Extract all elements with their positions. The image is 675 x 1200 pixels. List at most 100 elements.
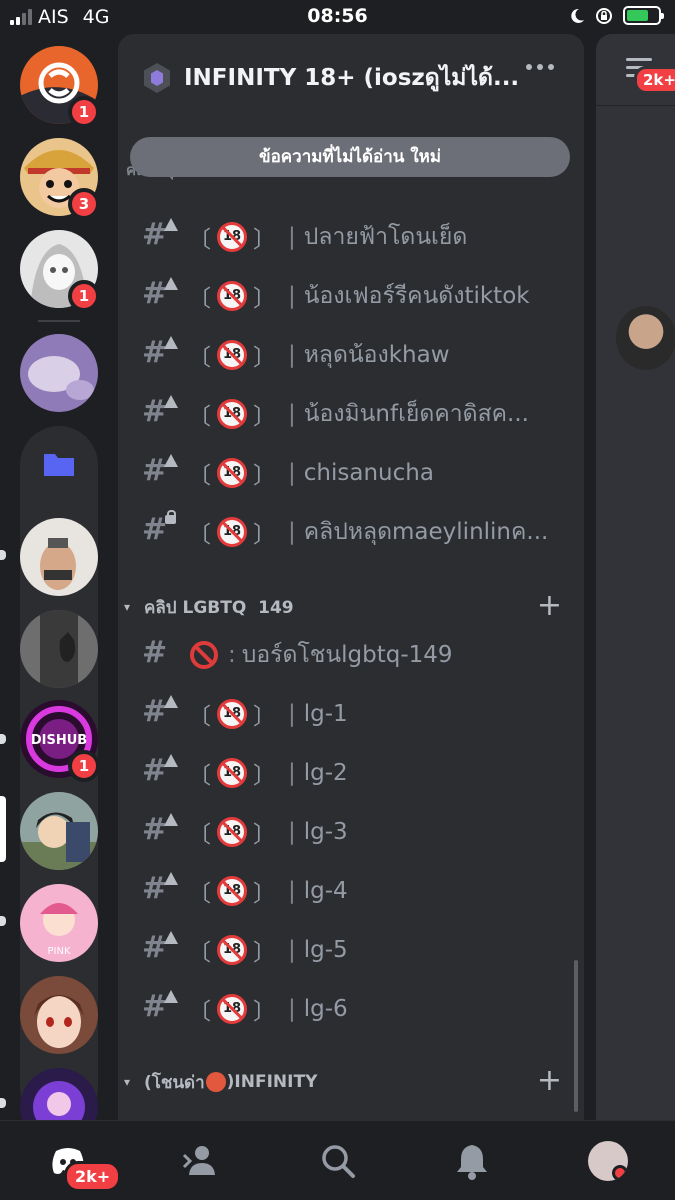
no-under-18-icon: 18 — [217, 935, 247, 965]
nsfw-channel-icon: # — [142, 395, 178, 429]
channel-item[interactable]: # 〔 18 〕 | น้องเฟอร์รีคนดังtiktok — [142, 267, 562, 325]
channel-item[interactable]: # 〔 18 〕 | chisanucha — [142, 444, 562, 502]
battery-icon — [623, 6, 664, 25]
channel-item[interactable]: # 〔 18 〕 | หลุดน้องkhaw — [142, 326, 562, 384]
server-icon-pink[interactable]: PINK — [20, 884, 98, 962]
nsfw-channel-icon: # — [142, 218, 178, 252]
chevron-down-icon: ▾ — [124, 600, 131, 614]
channel-item[interactable]: # 〔 18 〕 | คลิปหลุดmaeylinlinค... — [142, 503, 562, 561]
bottom-tab-bar: 2k+ — [0, 1120, 675, 1200]
category-label-prefix: (โชนด่า — [144, 1072, 205, 1093]
selected-indicator — [0, 796, 6, 862]
nsfw-channel-icon: # — [142, 931, 178, 965]
nsfw-channel-icon: # — [142, 872, 178, 906]
nsfw-channel-icon: # — [142, 754, 178, 788]
channel-item[interactable]: # 〔 18 〕 | lg-3 — [142, 803, 562, 861]
channel-item[interactable]: # 〔 18 〕 | lg-5 — [142, 921, 562, 979]
add-channel-icon[interactable]: + — [537, 588, 562, 623]
nsfw-channel-icon: # — [142, 454, 178, 488]
server-icon-folder-1[interactable] — [20, 518, 98, 596]
channel-item[interactable]: # 〔 18 〕 | lg-2 — [142, 744, 562, 802]
server-list: 1 3 1 DISHUB 1 PINK — [0, 34, 118, 1120]
category-label-suffix: )INFINITY — [226, 1072, 318, 1092]
channel-item[interactable]: # 〔 18 〕 | lg-6 — [142, 980, 562, 1038]
server-icon-folder-2[interactable] — [20, 610, 98, 688]
no-under-18-icon: 18 — [217, 458, 247, 488]
scrollbar[interactable] — [574, 960, 578, 1112]
no-under-18-icon: 18 — [217, 876, 247, 906]
channel-name: หลุดน้องkhaw — [303, 342, 450, 368]
new-unread-button[interactable]: ข้อความที่ไม่ได้อ่าน ใหม่ — [130, 137, 570, 177]
rail-divider — [38, 320, 80, 322]
folder-icon[interactable] — [42, 450, 76, 478]
channel-item[interactable]: # : บอร์ดโชนlgbtq-149 — [142, 626, 562, 684]
unread-dot — [0, 916, 6, 926]
more-icon[interactable] — [526, 64, 554, 70]
unread-dot — [0, 1098, 6, 1108]
no-under-18-icon: 18 — [217, 222, 247, 252]
moon-icon — [571, 8, 584, 23]
category-lgbtq[interactable]: ▾ คลิป LGBTQ 149 + — [124, 588, 574, 623]
channel-name: คลิปหลุดmaeylinlinค... — [303, 519, 549, 545]
search-icon[interactable] — [318, 1141, 358, 1181]
channel-name: น้องเฟอร์รีคนดังtiktok — [303, 283, 530, 309]
channel-name: lg-1 — [303, 701, 348, 727]
angry-emoji-icon — [205, 1072, 226, 1092]
channel-name: น้องมินnfเย็ดคาดิสค... — [303, 401, 529, 427]
nsfw-channel-icon: # — [142, 336, 178, 370]
channel-name: lg-4 — [303, 878, 348, 904]
channel-name: lg-3 — [303, 819, 348, 845]
chat-header: 2k+ — [596, 34, 675, 106]
chevron-down-icon: ▾ — [124, 1075, 131, 1089]
channel-name: lg-6 — [303, 996, 348, 1022]
channel-name: ปลายฟ้าโดนเย็ด — [303, 224, 468, 250]
unread-dot — [0, 734, 6, 744]
unread-badge: 1 — [68, 96, 100, 128]
home-unread-badge: 2k+ — [64, 1161, 122, 1192]
server-name: INFINITY 18+ (ioszดูไม่ได้... — [184, 65, 520, 91]
unread-badge: 1 — [68, 280, 100, 312]
no-under-18-icon: 18 — [217, 281, 247, 311]
no-under-18-icon: 18 — [217, 340, 247, 370]
channel-item[interactable]: # 〔 18 〕 | lg-4 — [142, 862, 562, 920]
no-under-18-icon: 18 — [217, 399, 247, 429]
server-icon-purple[interactable] — [20, 334, 98, 412]
no-under-18-icon: 18 — [217, 817, 247, 847]
unread-badge: 3 — [68, 188, 100, 220]
nsfw-channel-icon: # — [142, 277, 178, 311]
svg-text:PINK: PINK — [47, 946, 70, 957]
prohibited-icon — [190, 641, 218, 669]
rotation-lock-icon — [596, 7, 612, 24]
channel-name: บอร์ดโชนlgbtq-149 — [241, 642, 453, 668]
server-icon-infinity[interactable] — [20, 792, 98, 870]
chat-area-peek[interactable]: 2k+ — [596, 34, 675, 1120]
no-under-18-icon: 18 — [217, 994, 247, 1024]
channel-item[interactable]: # 〔 18 〕 | ปลายฟ้าโดนเย็ด — [142, 208, 562, 266]
nsfw-channel-icon: # — [142, 990, 178, 1024]
category-infinity[interactable]: ▾ (โชนด่า )INFINITY + — [124, 1063, 574, 1098]
nsfw-channel-icon: # — [142, 695, 178, 729]
category-label: คลิป LGBTQ 149 — [144, 597, 294, 618]
channel-item[interactable]: # 〔 18 〕 | น้องมินnfเย็ดคาดิสค... — [142, 385, 562, 443]
nsfw-channel-icon: # — [142, 813, 178, 847]
profile-avatar-icon[interactable] — [588, 1141, 628, 1181]
channel-name: lg-5 — [303, 937, 348, 963]
notifications-icon[interactable] — [452, 1141, 492, 1181]
channel-item[interactable]: # 〔 18 〕 | lg-1 — [142, 685, 562, 743]
avatar[interactable] — [616, 306, 675, 370]
server-header[interactable]: INFINITY 18+ (ioszดูไม่ได้... — [118, 34, 584, 122]
unread-badge: 1 — [68, 750, 100, 782]
server-icon-anime-girl[interactable] — [20, 976, 98, 1054]
locked-channel-icon: # — [142, 510, 176, 547]
unread-dot — [0, 550, 6, 560]
mention-badge: 2k+ — [634, 66, 675, 94]
svg-text:DISHUB: DISHUB — [31, 733, 87, 748]
no-under-18-icon: 18 — [217, 758, 247, 788]
text-channel-icon: # — [142, 635, 168, 670]
channel-name: lg-2 — [303, 760, 348, 786]
channel-panel: INFINITY 18+ (ioszดูไม่ได้... คลิปหลุด ค… — [118, 34, 584, 1120]
friends-icon[interactable] — [180, 1141, 220, 1181]
no-under-18-icon: 18 — [217, 517, 247, 547]
channel-name: chisanucha — [303, 460, 434, 486]
add-channel-icon[interactable]: + — [537, 1063, 562, 1098]
